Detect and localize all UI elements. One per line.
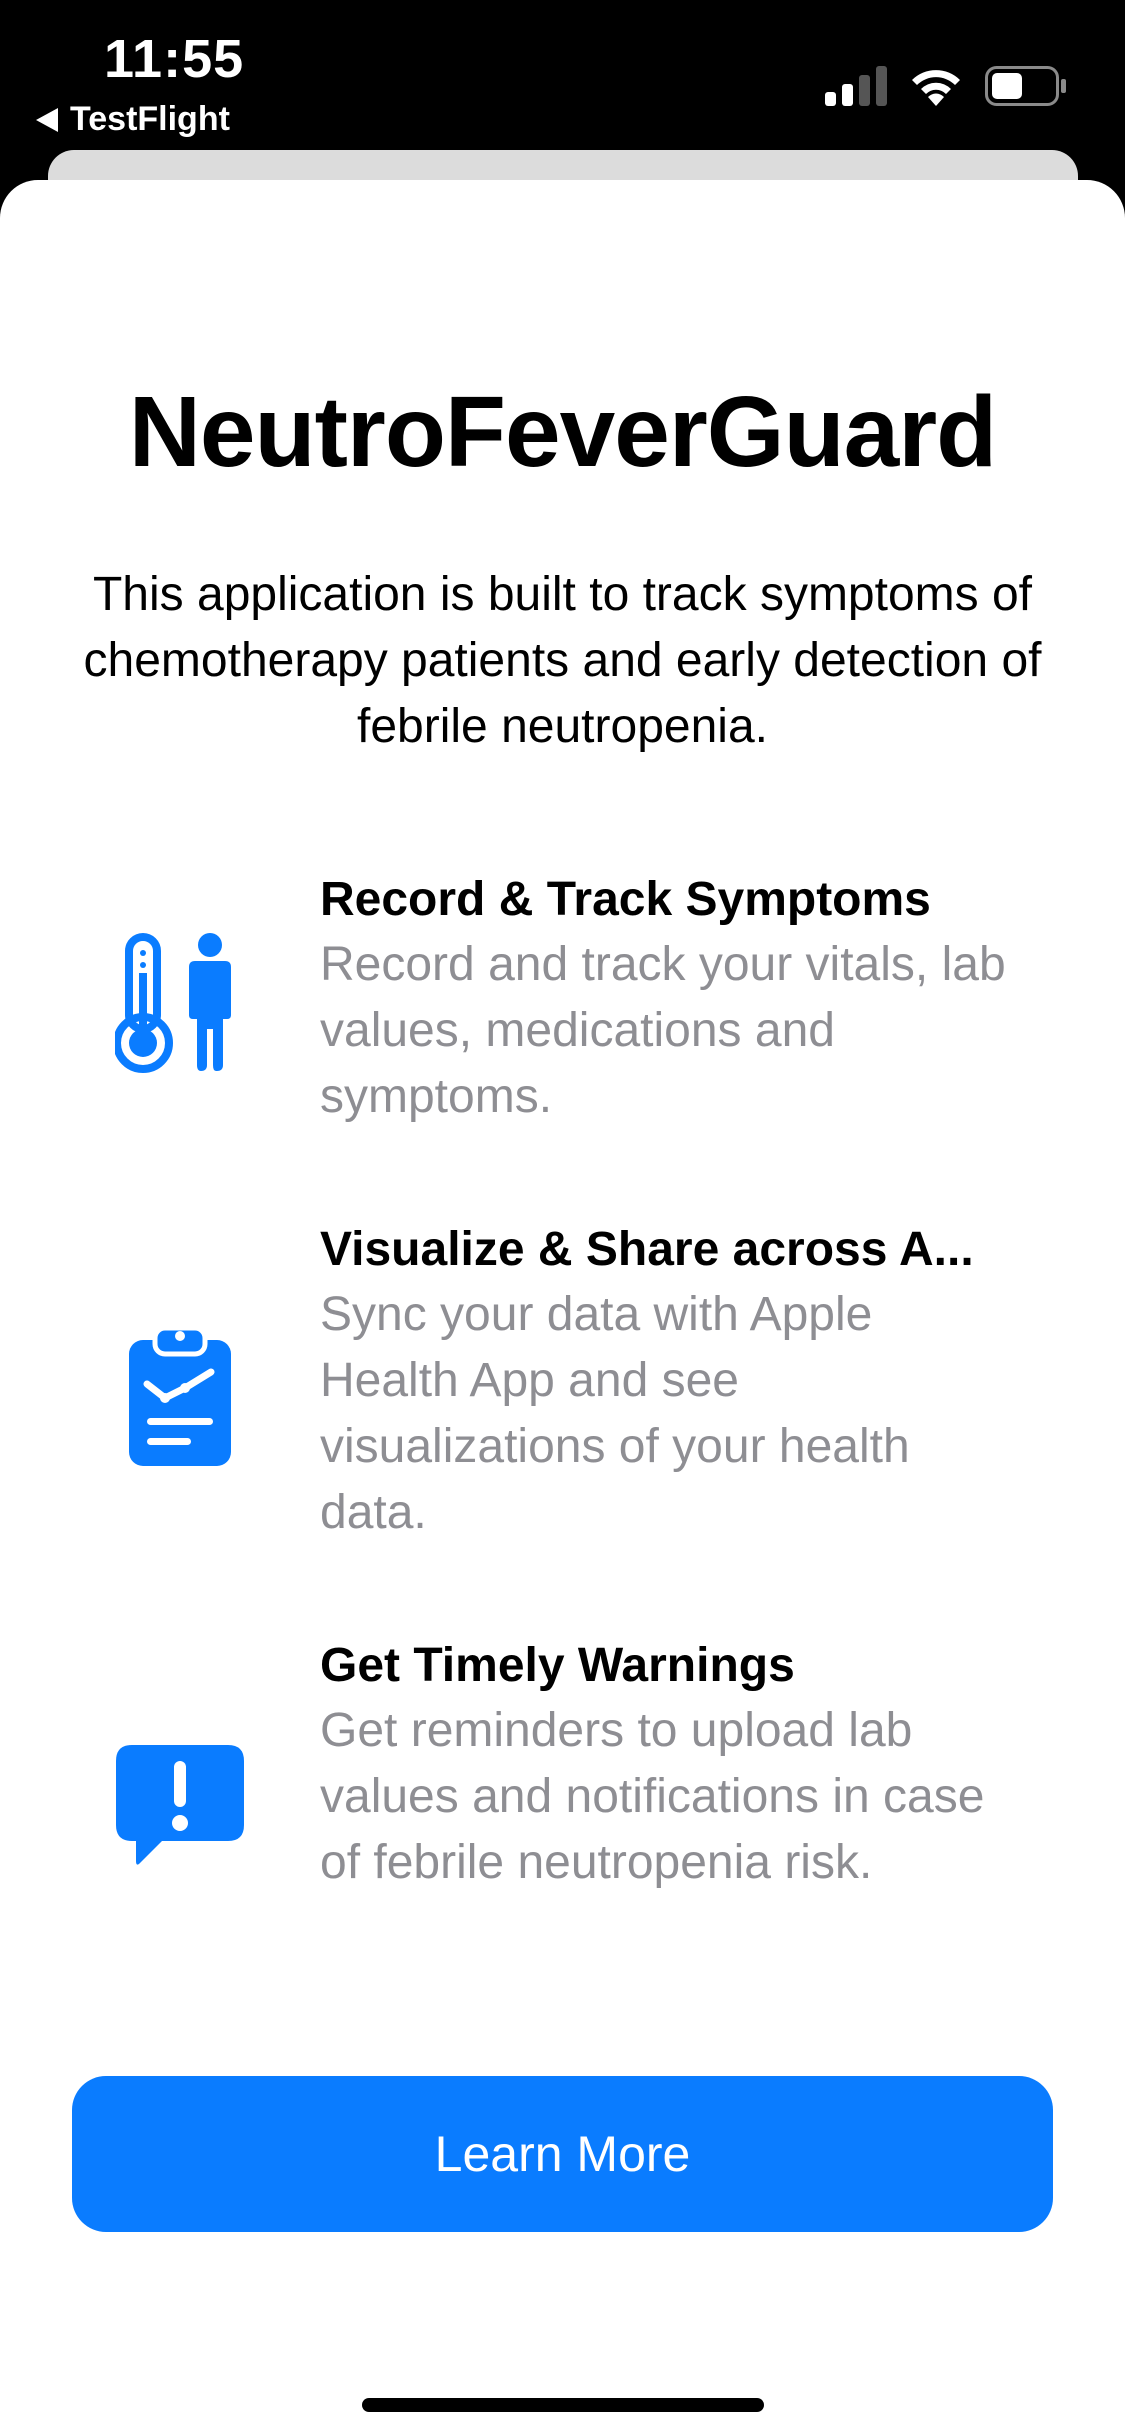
learn-more-button[interactable]: Learn More [72,2076,1053,2232]
battery-icon [985,66,1066,106]
back-link-label: TestFlight [70,100,230,138]
status-time: 11:55 [104,29,245,89]
back-to-testflight-link[interactable]: TestFlight [36,100,230,139]
feature-description: Get reminders to upload lab values and n… [320,1704,985,1889]
wifi-icon [912,70,960,106]
feature-text: Get Timely Warnings Get reminders to upl… [320,1634,1010,1896]
back-triangle-icon [36,107,58,132]
thermometer-person-icon [100,923,260,1083]
app-subtitle: This application is built to track sympt… [83,568,1042,753]
status-icons [825,66,1067,106]
feature-text: Visualize & Share across A... Sync your … [320,1218,1010,1546]
home-indicator[interactable] [362,2398,764,2412]
exclamation-bubble-icon [100,1724,260,1884]
feature-title: Get Timely Warnings [320,1639,795,1692]
cellular-signal-icon [825,66,887,106]
feature-text: Record & Track Symptoms Record and track… [320,868,1010,1130]
feature-title: Record & Track Symptoms [320,873,931,926]
feature-description: Sync your data with Apple Health App and… [320,1288,910,1539]
feature-title: Visualize & Share across A... [320,1223,974,1276]
feature-description: Record and track your vitals, lab values… [320,938,1006,1123]
clipboard-chart-icon [100,1313,260,1473]
app-title: NeutroFeverGuard [128,376,998,488]
